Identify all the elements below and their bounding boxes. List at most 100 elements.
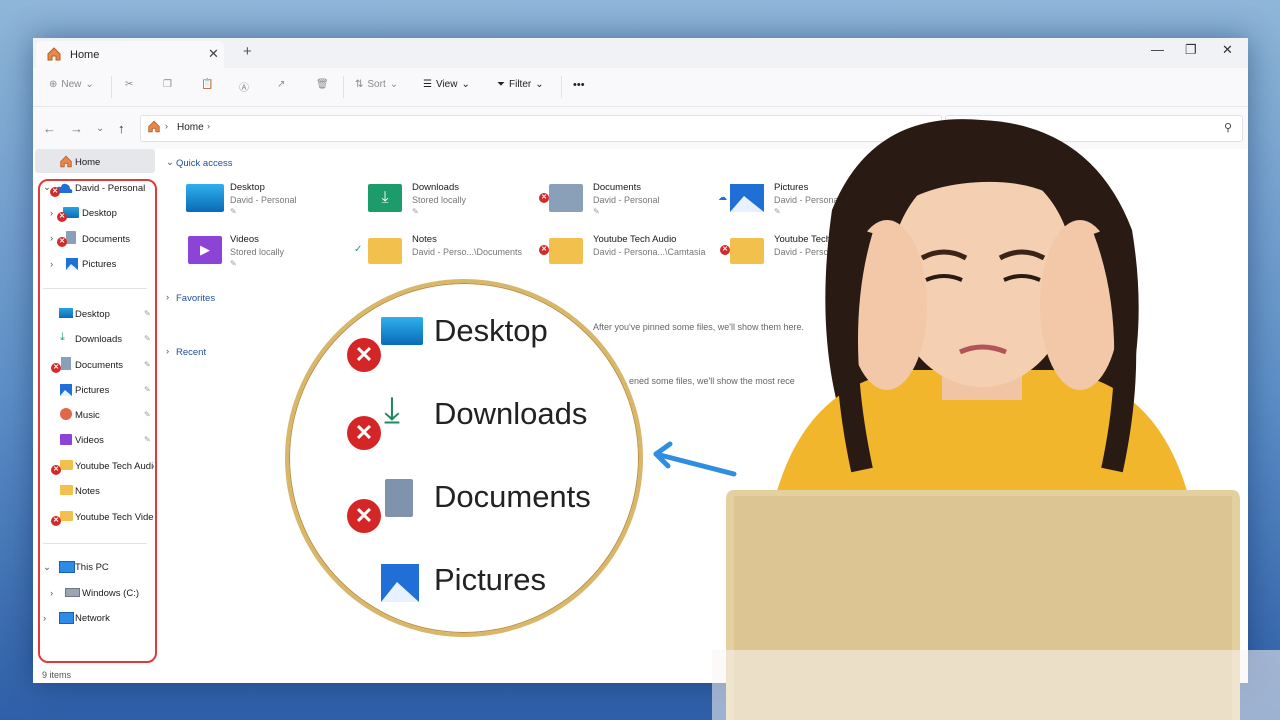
rename-button[interactable]: Ⓐ [239, 79, 249, 94]
copy-icon: ❐ [163, 79, 172, 90]
zoom-row-desktop: ✕ Desktop [289, 303, 639, 372]
error-x-icon: ✕ [347, 338, 381, 372]
zoom-label-desktop: Desktop [434, 313, 548, 348]
tab-bar: Home ✕ + — ❐ ✕ [33, 38, 1248, 68]
paste-button[interactable]: 📋 [201, 79, 213, 90]
item-name: Notes [412, 234, 437, 245]
delete-button[interactable]: 🗑 [316, 79, 329, 90]
synced-check-icon: ✓ [354, 244, 363, 255]
error-x-icon: ✕ [347, 499, 381, 533]
divider [343, 76, 344, 98]
view-label: View [435, 79, 458, 90]
section-favorites[interactable]: Favorites [176, 293, 215, 304]
item-name: Youtube Tech Audio [593, 234, 677, 245]
zoom-row-documents: ✕ Documents [289, 469, 639, 533]
item-name: Desktop [230, 182, 265, 193]
expand-chevron-icon[interactable]: › [166, 346, 169, 357]
item-location: David - Personal [593, 195, 660, 205]
expand-chevron-icon[interactable]: › [166, 292, 169, 303]
section-quick-access[interactable]: Quick access [176, 158, 233, 169]
breadcrumb-home[interactable]: Home [177, 122, 204, 133]
view-icon: ☰ [423, 79, 432, 90]
zoom-label-documents: Documents [434, 479, 591, 514]
view-button[interactable]: ☰ View ⌄ [423, 79, 470, 90]
filter-button[interactable]: ⏷ Filter ⌄ [497, 79, 544, 90]
breadcrumb-chevron-icon: › [207, 121, 210, 131]
desktop-icon [186, 184, 224, 212]
pin-icon: ✎ [593, 207, 600, 216]
maximize-button[interactable]: ❐ [1185, 42, 1197, 58]
section-recent[interactable]: Recent [176, 347, 206, 358]
chevron-down-icon: ⌄ [461, 79, 470, 90]
sort-label: Sort [367, 79, 386, 90]
item-location: David - Personal [230, 195, 297, 205]
sort-button[interactable]: ⇅ Sort ⌄ [355, 79, 398, 90]
downloads-folder-icon: ⤓ [368, 184, 402, 212]
sync-error-icon: ✕ [539, 245, 549, 255]
divider [111, 76, 112, 98]
breadcrumb-chevron-icon: › [165, 121, 168, 131]
highlight-frame [38, 179, 157, 663]
sort-icon: ⇅ [355, 79, 364, 90]
zoom-callout: ✕ Desktop ✕ ⤓ Downloads ✕ Documents Pict… [285, 279, 643, 637]
home-icon [59, 155, 73, 173]
up-arrow-icon[interactable]: ↑ [118, 121, 125, 136]
tab-title: Home [70, 49, 100, 61]
copy-button[interactable]: ❐ [163, 79, 172, 90]
filter-label: Filter [509, 79, 532, 90]
tab-home[interactable]: Home ✕ [36, 41, 224, 68]
folder-icon [549, 238, 583, 264]
item-location: David - Perso...\Documents [412, 247, 523, 257]
chevron-down-icon: ⌄ [389, 79, 399, 90]
cut-button[interactable]: ✂ [125, 79, 133, 90]
zoom-row-pictures: Pictures [289, 552, 639, 612]
collapse-chevron-icon[interactable]: ⌄ [166, 157, 174, 168]
filter-icon: ⏷ [497, 79, 505, 90]
new-button[interactable]: ⊕ New ⌄ [49, 79, 94, 90]
videos-folder-icon: ▶ [188, 236, 222, 264]
more-options-button[interactable]: ••• [573, 79, 585, 91]
share-button[interactable]: ↗ [277, 79, 285, 90]
zoom-label-downloads: Downloads [434, 396, 588, 431]
share-icon: ↗ [277, 79, 286, 90]
stressed-person-illustration [712, 119, 1280, 720]
item-name: Downloads [412, 182, 459, 193]
plus-circle-icon: ⊕ [49, 79, 58, 90]
home-icon [46, 47, 62, 66]
item-location: Stored locally [412, 195, 467, 205]
item-name: Videos [230, 234, 259, 245]
back-arrow-icon[interactable]: ← [43, 121, 56, 136]
home-icon [147, 120, 161, 138]
item-location: David - Persona...\Camtasia [593, 247, 706, 257]
close-window-button[interactable]: ✕ [1222, 42, 1233, 58]
new-label: New [61, 79, 82, 90]
status-item-count: 9 items [42, 670, 72, 680]
forward-arrow-icon[interactable]: → [70, 121, 83, 136]
minimize-button[interactable]: — [1151, 42, 1164, 57]
zoom-row-downloads: ✕ ⤓ Downloads [289, 386, 639, 450]
chevron-down-icon: ⌄ [535, 79, 544, 90]
folder-icon [368, 238, 402, 264]
tab-close-icon[interactable]: ✕ [208, 46, 219, 62]
documents-icon [385, 479, 413, 517]
paste-icon: 📋 [201, 79, 214, 90]
rename-icon: Ⓐ [239, 83, 249, 94]
scissors-icon: ✂ [125, 79, 134, 90]
trash-icon: 🗑 [316, 79, 329, 90]
sidebar-item-home[interactable]: Home [75, 157, 100, 168]
pictures-icon [381, 564, 419, 607]
chevron-down-icon: ⌄ [85, 79, 94, 90]
divider [561, 76, 562, 98]
download-arrow-icon: ⤓ [384, 389, 400, 430]
pin-icon: ✎ [230, 207, 237, 216]
recent-chevron-icon[interactable]: ⌄ [96, 123, 104, 134]
new-tab-button[interactable]: + [243, 43, 252, 60]
sync-error-icon: ✕ [539, 193, 549, 203]
documents-folder-icon [549, 184, 583, 212]
pin-icon: ✎ [230, 259, 237, 268]
zoom-label-pictures: Pictures [434, 562, 546, 597]
item-name: Documents [593, 182, 642, 193]
pin-icon: ✎ [412, 207, 419, 216]
error-x-icon: ✕ [347, 416, 381, 450]
item-location: Stored locally [230, 247, 285, 257]
